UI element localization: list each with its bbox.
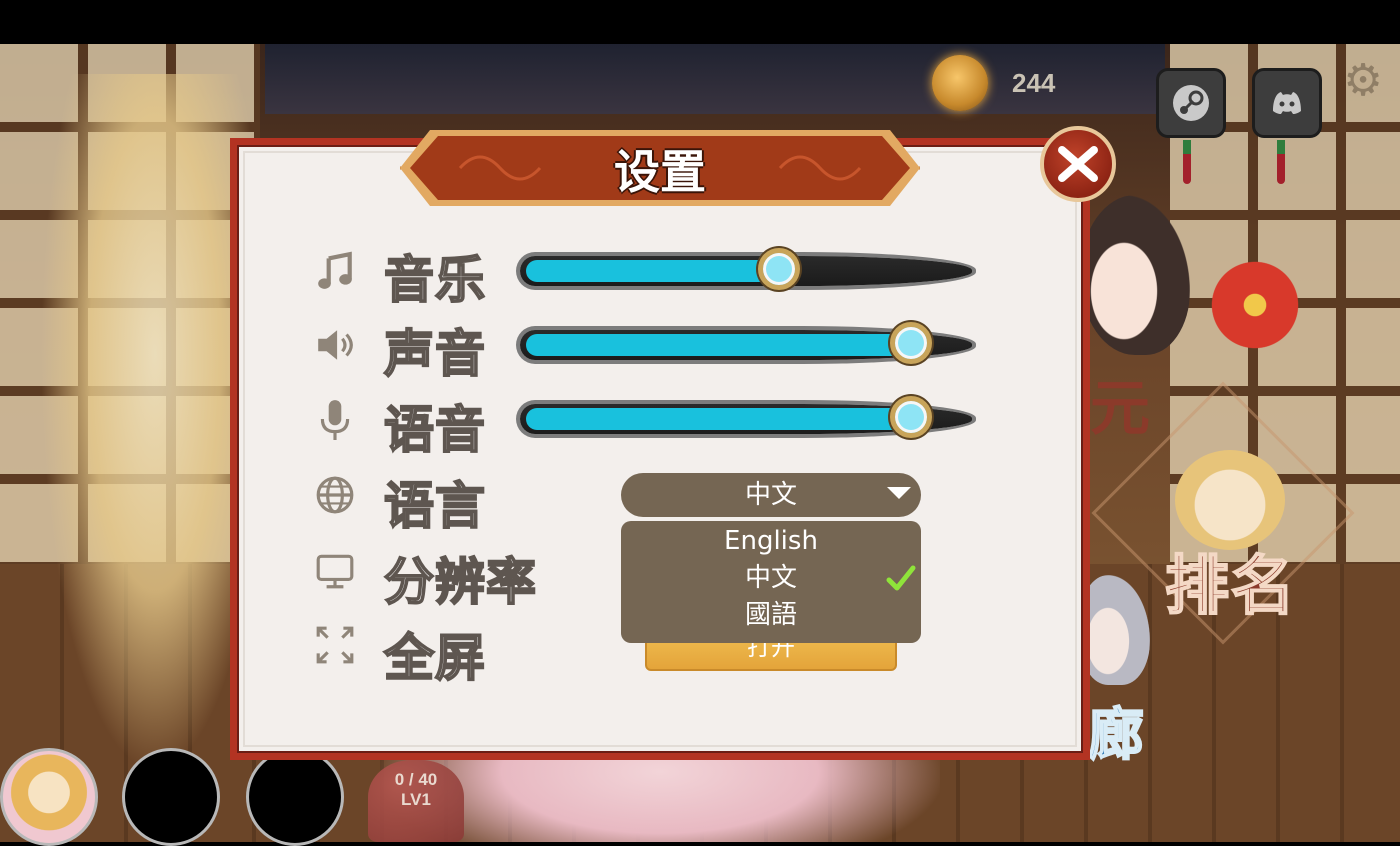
discord-button[interactable]: [1252, 68, 1322, 138]
character-portrait-right-mid: [1080, 575, 1150, 685]
menu-item-partial-top[interactable]: 元: [1090, 360, 1150, 447]
steam-button[interactable]: [1156, 68, 1226, 138]
discord-icon: [1273, 92, 1301, 114]
coin-icon: [932, 55, 988, 111]
music-slider-handle[interactable]: [758, 248, 801, 290]
chevron-down-icon: [887, 487, 911, 499]
close-icon: [1058, 146, 1098, 182]
settings-title: 设置: [614, 145, 706, 199]
sound-slider[interactable]: [520, 322, 972, 366]
top-black-bar: [0, 0, 1400, 44]
language-option-chinese[interactable]: 中文: [621, 560, 921, 596]
affection-level: LV1: [401, 790, 431, 809]
voice-slider-handle[interactable]: [890, 396, 933, 438]
character-slot-3[interactable]: [246, 748, 344, 846]
discord-tassel: [1277, 140, 1285, 184]
language-option-english[interactable]: English: [621, 523, 921, 559]
globe-icon: [312, 472, 358, 518]
fullscreen-icon: [312, 622, 358, 668]
language-dropdown-list: English 中文 國語: [621, 521, 921, 643]
steam-icon: [1173, 85, 1209, 121]
voice-slider-fill: [526, 408, 912, 430]
music-slider[interactable]: [520, 248, 972, 292]
steam-tassel: [1183, 140, 1191, 184]
affection-value: 0 / 40: [394, 770, 438, 789]
fullscreen-label: 全屏: [383, 628, 486, 688]
check-icon: [886, 565, 916, 591]
sound-label: 声音: [383, 324, 486, 384]
microphone-icon: [312, 396, 358, 442]
speaker-icon: [312, 322, 358, 368]
ranking-button[interactable]: 排名: [1164, 535, 1297, 627]
resolution-label: 分辨率: [383, 552, 537, 612]
voice-slider[interactable]: [520, 396, 972, 440]
voice-label: 语音: [383, 400, 486, 460]
gear-icon[interactable]: ⚙: [1340, 58, 1386, 104]
music-note-icon: [312, 248, 358, 294]
coin-count: 244: [1012, 68, 1056, 98]
music-label: 音乐: [383, 250, 486, 310]
language-option-mandarin[interactable]: 國語: [621, 597, 921, 633]
character-slot-1[interactable]: [0, 748, 98, 846]
character-slot-2[interactable]: [122, 748, 220, 846]
language-label: 语言: [383, 476, 486, 536]
monitor-icon: [312, 548, 358, 594]
character-portrait-right-top: [1080, 195, 1190, 355]
language-selected: 中文: [744, 480, 797, 510]
menu-item-partial-bottom[interactable]: 廊: [1087, 690, 1145, 771]
affection-counter: 0 / 40 LV1: [368, 770, 464, 810]
flower-decoration: [1200, 250, 1310, 360]
sound-slider-handle[interactable]: [890, 322, 933, 364]
language-dropdown[interactable]: 中文: [621, 473, 921, 517]
music-slider-fill: [526, 260, 780, 282]
close-button[interactable]: [1040, 126, 1116, 202]
sound-slider-fill: [526, 334, 912, 356]
